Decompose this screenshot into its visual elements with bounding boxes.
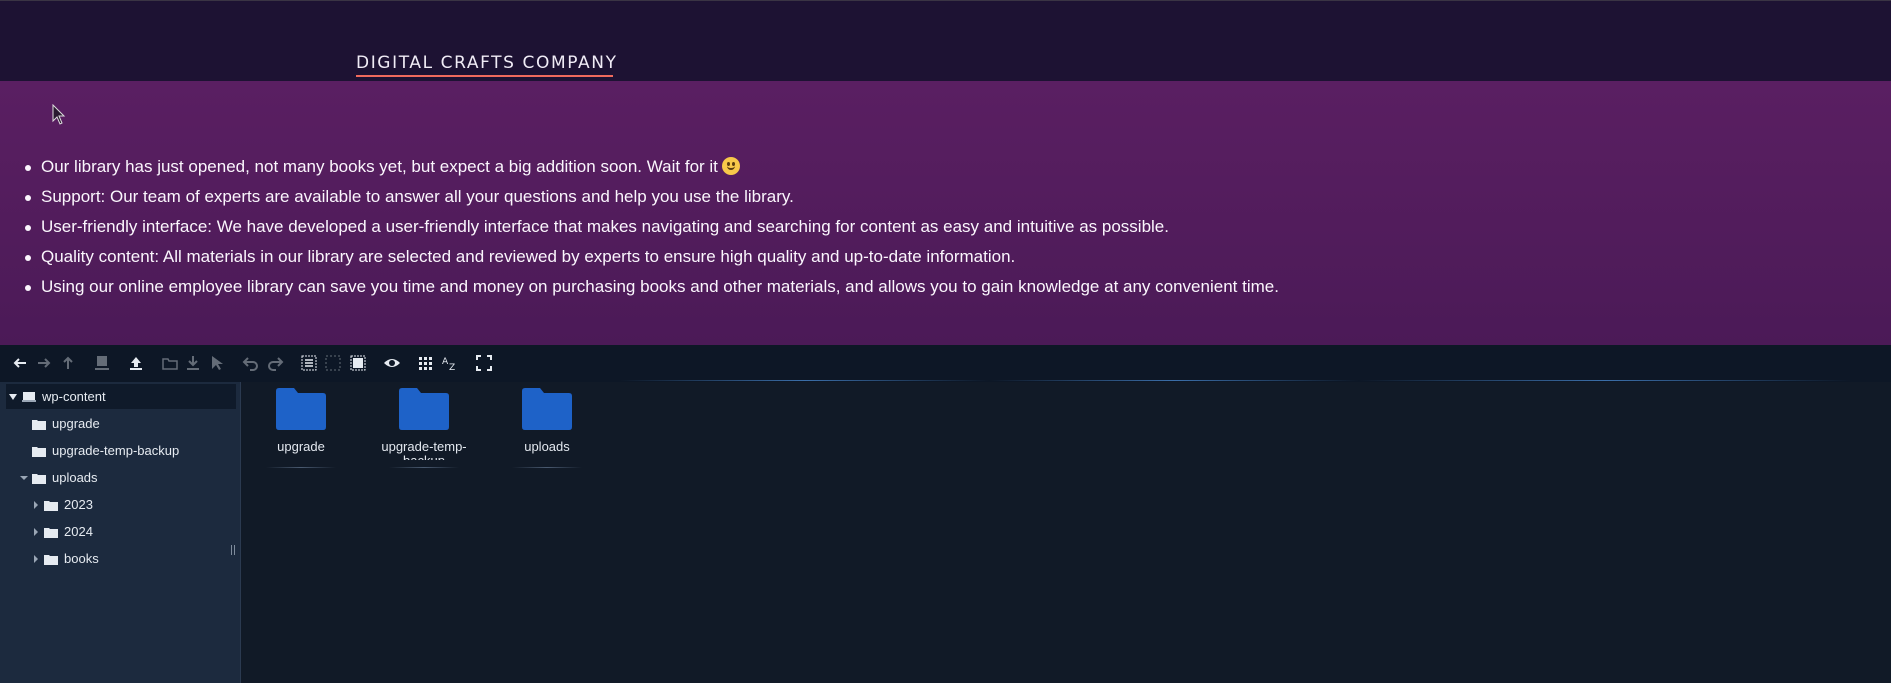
file-tile[interactable]: upgrade xyxy=(246,386,356,472)
sort-az-icon[interactable]: AZ xyxy=(440,353,460,373)
folder-icon xyxy=(44,526,58,538)
forward-icon[interactable] xyxy=(34,353,54,373)
svg-text:Z: Z xyxy=(449,363,455,372)
tree-item-uploads[interactable]: uploads xyxy=(19,465,98,490)
select-none-icon[interactable] xyxy=(323,353,343,373)
file-tile[interactable]: upgrade-temp-backup xyxy=(369,386,479,472)
tree-item-2023[interactable]: 2023 xyxy=(31,492,93,517)
caret-down-icon[interactable] xyxy=(19,473,29,483)
hero-section: Our library has just opened, not many bo… xyxy=(0,81,1891,345)
file-manager-toolbar: AZ xyxy=(0,345,1891,382)
folder-icon xyxy=(32,472,46,484)
fullscreen-icon[interactable] xyxy=(474,353,494,373)
tree-item-label: upgrade-temp-backup xyxy=(52,443,180,458)
logo-underline xyxy=(356,75,613,77)
folder-icon xyxy=(32,418,46,430)
folder-icon xyxy=(399,388,449,430)
invert-selection-icon[interactable] xyxy=(348,353,368,373)
folder-icon xyxy=(44,499,58,511)
preview-icon[interactable] xyxy=(382,353,402,373)
back-icon[interactable] xyxy=(10,353,30,373)
file-name: upgrade-temp-backup xyxy=(381,440,467,460)
feature-item: User-friendly interface: We have develop… xyxy=(24,212,1279,242)
feature-list: Our library has just opened, not many bo… xyxy=(24,152,1279,302)
tree-item-2024[interactable]: 2024 xyxy=(31,519,93,544)
redo-icon[interactable] xyxy=(265,353,285,373)
tree-item-label: 2023 xyxy=(64,497,93,512)
extract-icon[interactable] xyxy=(183,353,203,373)
feature-item: Our library has just opened, not many bo… xyxy=(24,152,1279,182)
new-folder-icon[interactable] xyxy=(160,353,180,373)
feature-item: Support: Our team of experts are availab… xyxy=(24,182,1279,212)
select-cursor-icon[interactable] xyxy=(207,353,227,373)
tree-item-label: wp-content xyxy=(42,389,106,404)
tree-item-label: books xyxy=(64,551,99,566)
feature-item: Quality content: All materials in our li… xyxy=(24,242,1279,272)
select-all-icon[interactable] xyxy=(299,353,319,373)
drive-icon xyxy=(22,391,36,403)
file-name: upgrade xyxy=(277,440,325,454)
folder-icon xyxy=(276,388,326,430)
mouse-pointer-icon xyxy=(52,104,66,125)
tree-item-label: uploads xyxy=(52,470,98,485)
upload-icon[interactable] xyxy=(126,353,146,373)
caret-right-icon[interactable] xyxy=(31,500,41,510)
download-file-icon[interactable] xyxy=(92,353,112,373)
svg-text:A: A xyxy=(442,357,449,367)
company-logo-link[interactable]: DIGITAL CRAFTS COMPANY xyxy=(356,53,618,73)
undo-icon[interactable] xyxy=(241,353,261,373)
file-list-panel: upgrade upgrade-temp-backup uploads xyxy=(242,382,1891,683)
tree-item-label: 2024 xyxy=(64,524,93,539)
caret-right-icon[interactable] xyxy=(31,554,41,564)
folder-icon xyxy=(44,553,58,565)
folder-icon xyxy=(32,445,46,457)
caret-right-icon[interactable] xyxy=(31,527,41,537)
folder-tree: wp-content upgrade upgrade-temp-backup u… xyxy=(0,382,241,683)
tree-item-upgrade[interactable]: upgrade xyxy=(32,411,100,436)
up-icon[interactable] xyxy=(58,353,78,373)
file-name: uploads xyxy=(524,440,570,454)
tree-item-upgrade-temp-backup[interactable]: upgrade-temp-backup xyxy=(32,438,179,463)
sidebar-resize-handle[interactable] xyxy=(231,545,235,555)
tree-item-books[interactable]: books xyxy=(31,546,99,571)
smiley-emoji-icon xyxy=(721,157,740,175)
grid-view-icon[interactable] xyxy=(416,353,436,373)
file-tile[interactable]: uploads xyxy=(492,386,602,472)
tree-item-wp-content[interactable]: wp-content xyxy=(6,384,236,409)
feature-item: Using our online employee library can sa… xyxy=(24,272,1279,302)
caret-down-icon[interactable] xyxy=(8,392,18,402)
folder-icon xyxy=(522,388,572,430)
tree-item-label: upgrade xyxy=(52,416,100,431)
site-header: DIGITAL CRAFTS COMPANY xyxy=(0,0,1891,81)
